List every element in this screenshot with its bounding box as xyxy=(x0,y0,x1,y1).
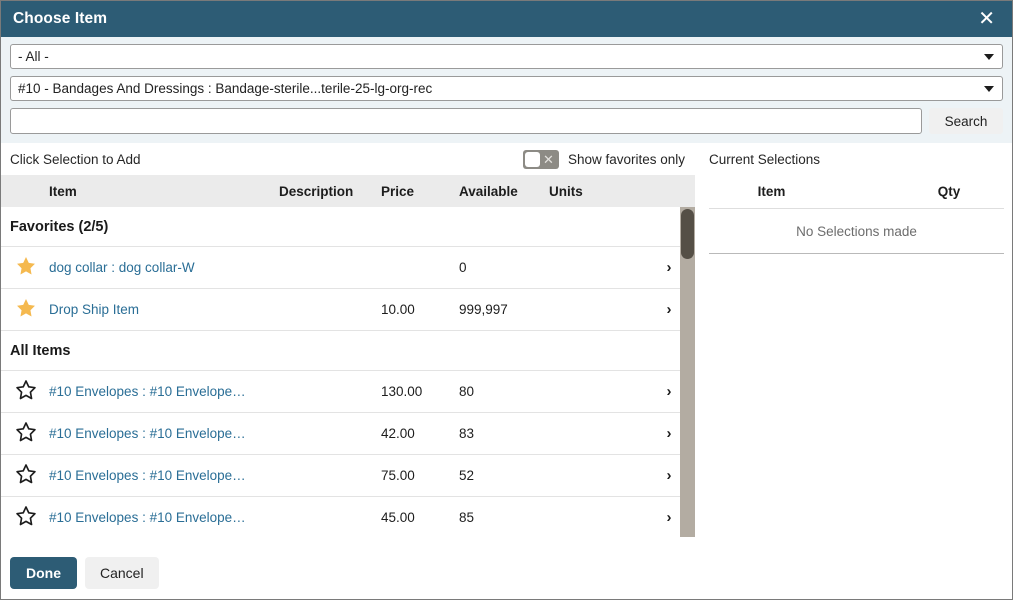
item-name-cell[interactable]: #10 Envelopes : #10 Envelope… xyxy=(49,384,279,399)
show-favorites-only-label: Show favorites only xyxy=(567,151,685,167)
item-browser-panel: Click Selection to Add ✕ Show favorites … xyxy=(1,143,695,537)
item-link[interactable]: dog collar : dog collar-W xyxy=(49,260,279,275)
item-name-cell[interactable]: #10 Envelopes : #10 Envelope… xyxy=(49,426,279,441)
chevron-right-icon[interactable]: › xyxy=(649,467,680,484)
column-header-item: Item xyxy=(49,183,77,199)
column-header-price: Price xyxy=(381,183,415,199)
item-browser-subheader: Click Selection to Add ✕ Show favorites … xyxy=(1,143,695,175)
chevron-right-icon[interactable]: › xyxy=(649,509,680,526)
item-price-cell: 75.00 xyxy=(381,468,415,483)
column-header-available: Available xyxy=(459,183,518,199)
star-outline-icon[interactable] xyxy=(1,421,49,446)
item-available-cell: 83 xyxy=(459,426,475,441)
column-header-description: Description xyxy=(279,183,354,199)
item-link[interactable]: #10 Envelopes : #10 Envelope… xyxy=(49,468,279,483)
show-favorites-only-toggle[interactable]: ✕ xyxy=(522,149,559,169)
table-row[interactable]: Drop Ship Item 10.00 999,997 › xyxy=(1,289,680,331)
item-link[interactable]: #10 Envelopes : #10 Envelope… xyxy=(49,384,279,399)
current-selections-panel: Current Selections Item Qty No Selection… xyxy=(695,143,1012,254)
item-name-cell[interactable]: #10 Envelopes : #10 Envelope… xyxy=(49,510,279,525)
cancel-button[interactable]: Cancel xyxy=(85,557,159,589)
item-list-scrollbar[interactable] xyxy=(680,207,695,537)
item-link[interactable]: #10 Envelopes : #10 Envelope… xyxy=(49,426,279,441)
star-outline-icon[interactable] xyxy=(1,463,49,488)
item-link[interactable]: Drop Ship Item xyxy=(49,302,279,317)
table-row[interactable]: #10 Envelopes : #10 Envelope… 45.00 85 › xyxy=(1,497,680,537)
item-price-cell: 42.00 xyxy=(381,426,415,441)
item-group-heading: All Items xyxy=(1,331,680,371)
item-name-cell[interactable]: dog collar : dog collar-W xyxy=(49,260,279,275)
filter-panel: - All - #10 - Bandages And Dressings : B… xyxy=(1,37,1012,143)
toggle-knob xyxy=(524,151,540,167)
item-available-cell: 0 xyxy=(459,260,467,275)
item-available-cell: 52 xyxy=(459,468,475,483)
search-row: Search xyxy=(10,108,1003,134)
click-selection-hint: Click Selection to Add xyxy=(10,151,141,167)
item-price-cell: 45.00 xyxy=(381,510,415,525)
column-header-selection-item: Item xyxy=(757,184,786,199)
item-link[interactable]: #10 Envelopes : #10 Envelope… xyxy=(49,510,279,525)
chevron-right-icon[interactable]: › xyxy=(649,383,680,400)
column-header-units: Units xyxy=(549,183,583,199)
table-row[interactable]: #10 Envelopes : #10 Envelope… 75.00 52 › xyxy=(1,455,680,497)
item-available-cell: 999,997 xyxy=(459,302,508,317)
item-name-cell[interactable]: Drop Ship Item xyxy=(49,302,279,317)
item-select-wrapper: #10 - Bandages And Dressings : Bandage-s… xyxy=(10,76,1003,101)
page-title: Choose Item xyxy=(13,10,108,27)
close-icon[interactable]: ✕ xyxy=(975,7,998,31)
dialog-body: Click Selection to Add ✕ Show favorites … xyxy=(1,143,1012,537)
star-outline-icon[interactable] xyxy=(1,379,49,404)
close-x-icon: ✕ xyxy=(543,151,554,167)
column-header-selection-qty: Qty xyxy=(937,184,961,199)
search-button[interactable]: Search xyxy=(929,108,1003,134)
current-selections-title: Current Selections xyxy=(709,151,821,167)
scrollbar-thumb[interactable] xyxy=(681,209,694,259)
item-price-cell: 10.00 xyxy=(381,302,415,317)
star-filled-icon[interactable] xyxy=(1,255,49,280)
dialog-titlebar: Choose Item ✕ xyxy=(1,1,1012,37)
search-input[interactable] xyxy=(10,108,922,134)
item-available-cell: 85 xyxy=(459,510,475,525)
table-row[interactable]: dog collar : dog collar-W 0 › xyxy=(1,247,680,289)
done-button[interactable]: Done xyxy=(10,557,77,589)
item-price-cell: 130.00 xyxy=(381,384,423,399)
star-filled-icon[interactable] xyxy=(1,297,49,322)
no-selections-message: No Selections made xyxy=(709,209,1004,254)
chevron-right-icon[interactable]: › xyxy=(649,301,680,318)
item-available-cell: 80 xyxy=(459,384,475,399)
item-list-area: Favorites (2/5) dog collar : dog collar-W… xyxy=(1,207,695,537)
item-table-header: Item Description Price Available Units xyxy=(1,175,695,207)
category-select-wrapper: - All - xyxy=(10,44,1003,69)
item-list: Favorites (2/5) dog collar : dog collar-W… xyxy=(1,207,680,537)
choose-item-dialog: Choose Item ✕ - All - #10 - Bandages And… xyxy=(0,0,1013,600)
item-name-cell[interactable]: #10 Envelopes : #10 Envelope… xyxy=(49,468,279,483)
dialog-footer: Done Cancel xyxy=(1,549,1012,599)
category-select[interactable]: - All - xyxy=(10,44,1003,69)
item-select[interactable]: #10 - Bandages And Dressings : Bandage-s… xyxy=(10,76,1003,101)
item-group-heading: Favorites (2/5) xyxy=(1,207,680,247)
table-row[interactable]: #10 Envelopes : #10 Envelope… 42.00 83 › xyxy=(1,413,680,455)
chevron-right-icon[interactable]: › xyxy=(649,259,680,276)
selections-table-header: Item Qty xyxy=(709,175,1004,209)
star-outline-icon[interactable] xyxy=(1,505,49,530)
table-row[interactable]: #10 Envelopes : #10 Envelope… 130.00 80 › xyxy=(1,371,680,413)
chevron-right-icon[interactable]: › xyxy=(649,425,680,442)
